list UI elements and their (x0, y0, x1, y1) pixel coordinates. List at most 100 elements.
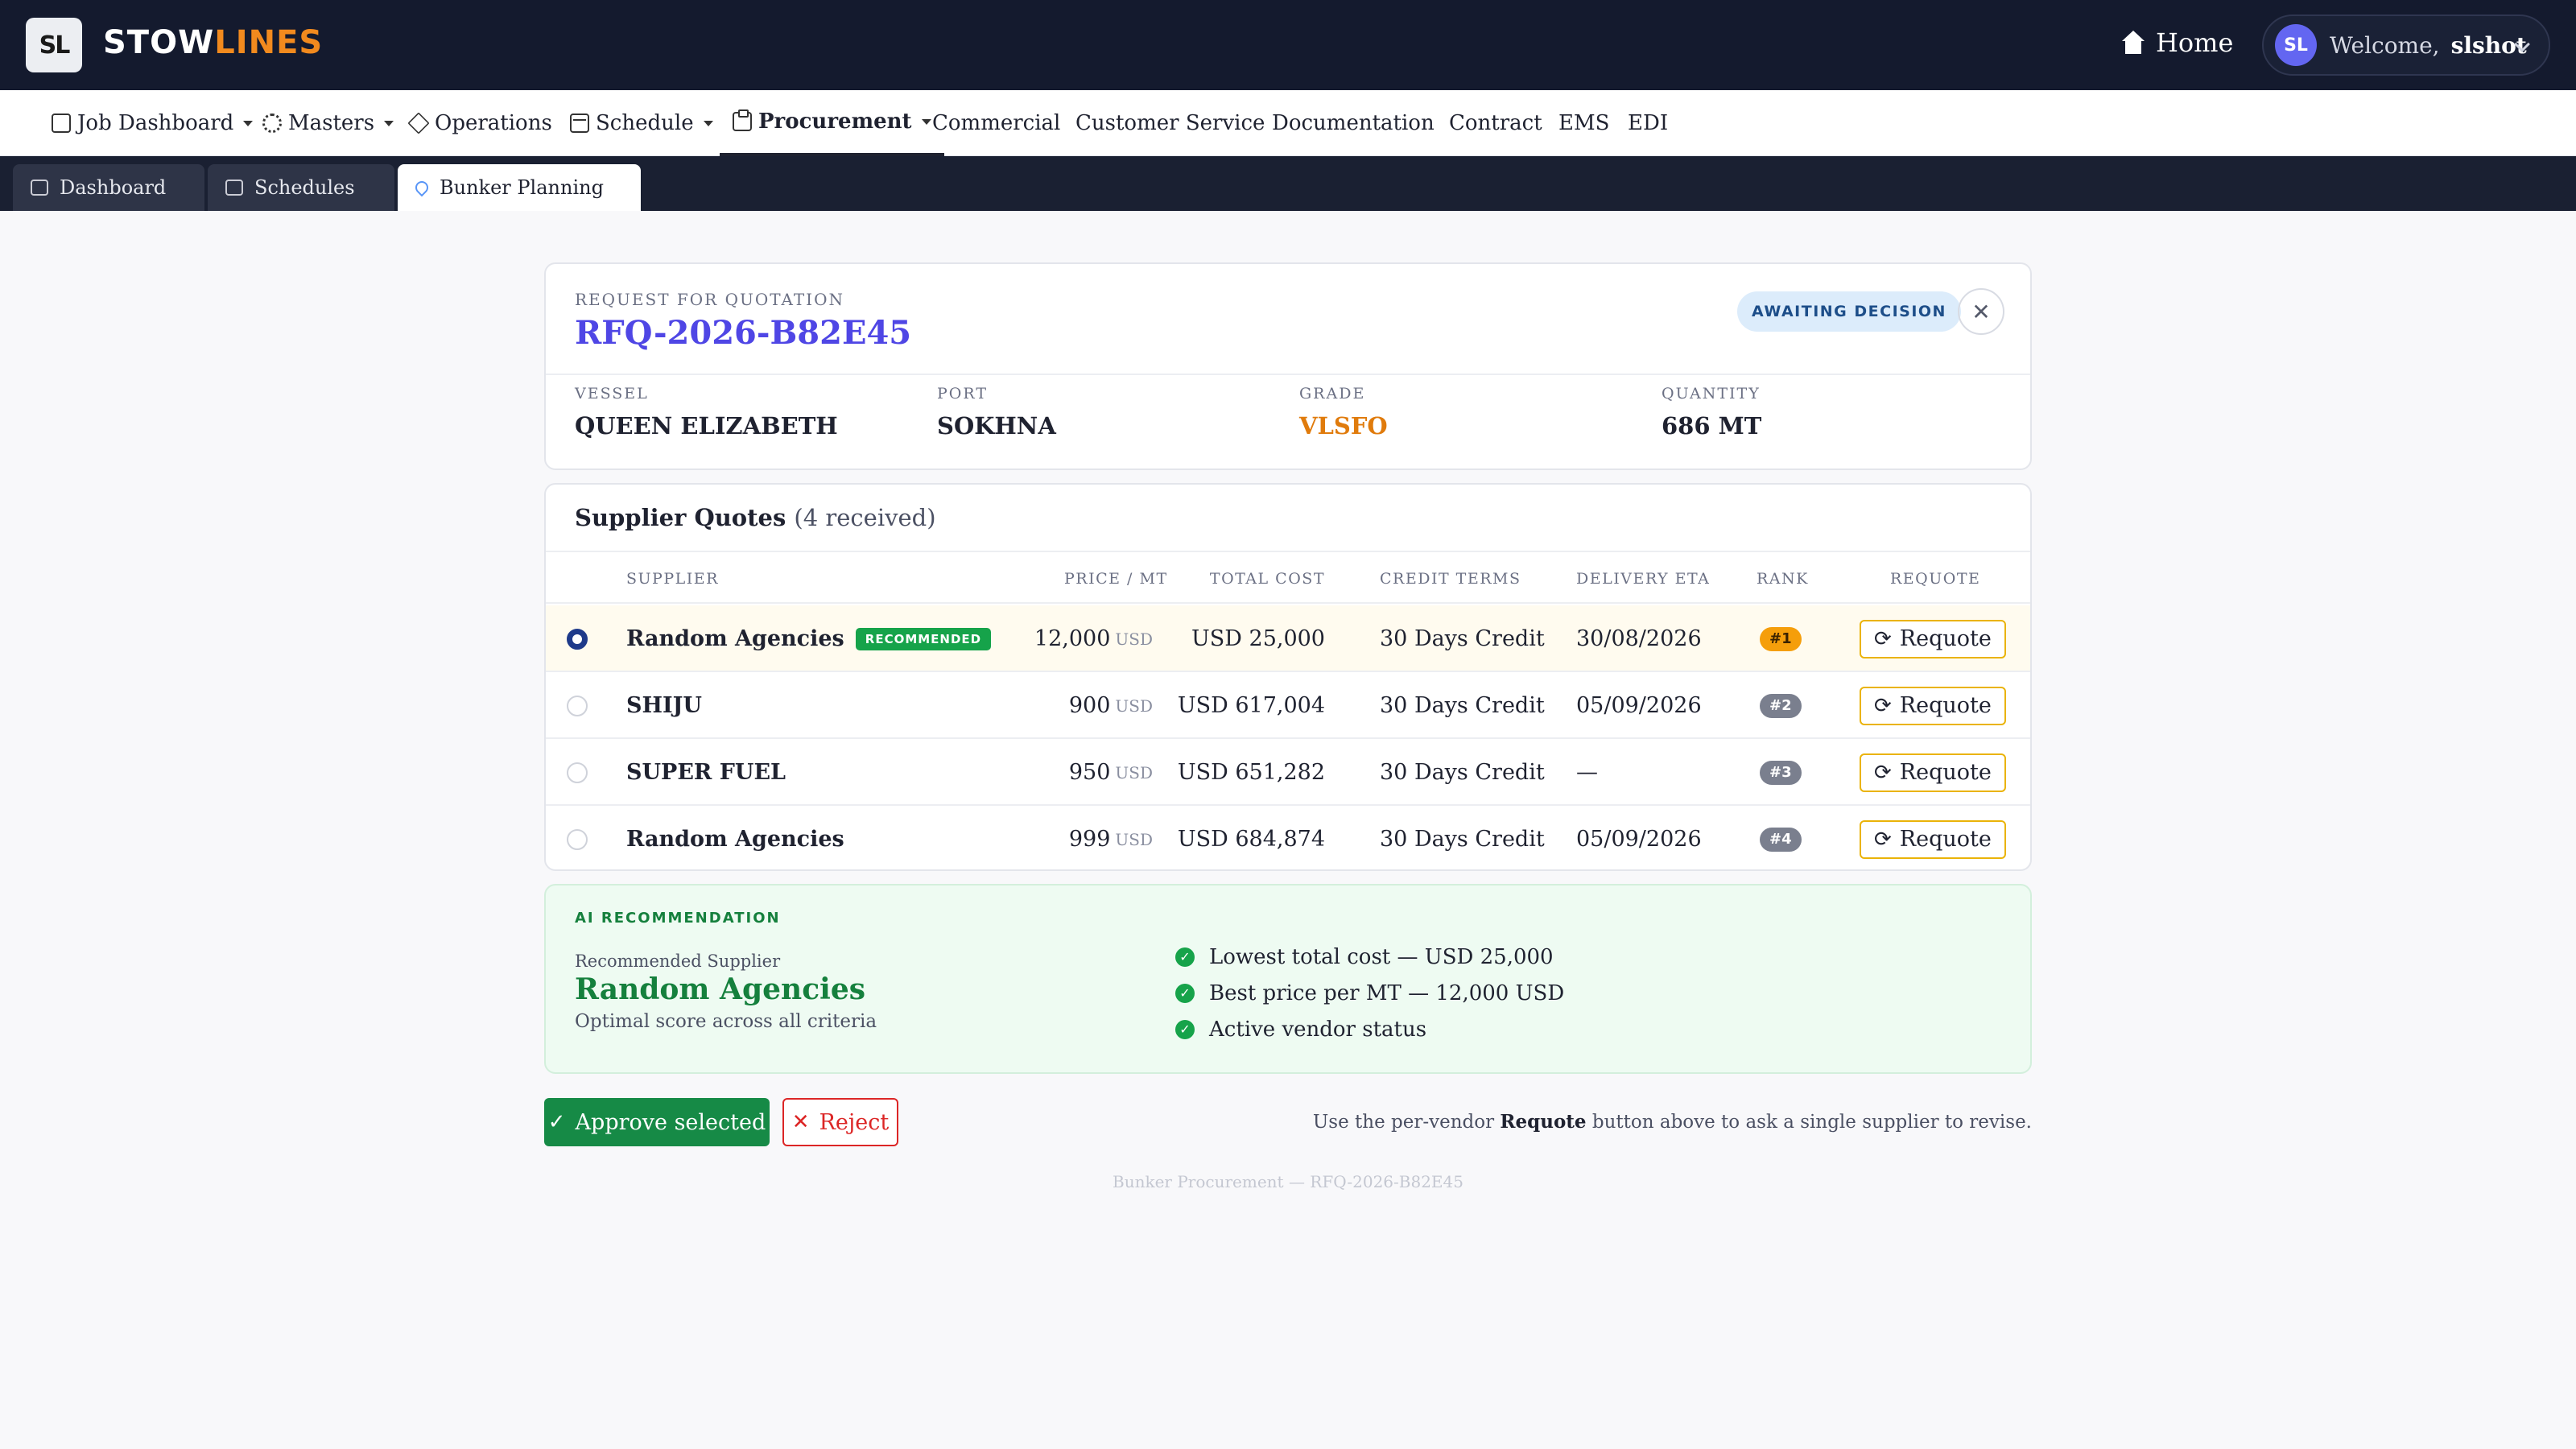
nav-procurement[interactable]: Procurement (720, 90, 944, 156)
select-supplier-radio[interactable] (567, 828, 588, 850)
rank-cell: #4 (1760, 806, 1802, 869)
radio-cell (567, 739, 588, 806)
nav-contract[interactable]: Contract (1449, 90, 1542, 156)
delivery-eta: 05/09/2026 (1576, 693, 1702, 718)
ai-supplier-name: Random Agencies (575, 972, 866, 1006)
requote-label: Requote (1899, 760, 1992, 785)
supplier-name: SUPER FUEL (626, 760, 786, 785)
requote-label: Requote (1899, 626, 1992, 651)
supplier-name: Random Agencies (626, 827, 844, 852)
requote-button[interactable]: ⟳ Requote (1860, 619, 2006, 658)
supplier-name: Random Agencies (626, 626, 844, 651)
rank-badge: #2 (1760, 693, 1802, 718)
meta-port: PORT SOKHNA (937, 385, 1056, 440)
rank-badge: #3 (1760, 760, 1802, 785)
select-supplier-radio[interactable] (567, 628, 588, 650)
divider (546, 374, 2030, 375)
total-cell: USD 684,874 (1141, 806, 1325, 869)
caret-down-icon (703, 120, 713, 126)
nav-documentation[interactable]: Documentation (1272, 90, 1435, 156)
nav-job-dashboard[interactable]: Job Dashboard (52, 90, 254, 156)
quotes-title: Supplier Quotes (4 received) (575, 504, 936, 531)
check-circle-icon: ✓ (1175, 947, 1195, 967)
footer-text: Bunker Procurement — RFQ-2026-B82E45 (1113, 1172, 1463, 1191)
tab-label: Dashboard (60, 176, 167, 199)
nav-label: Contract (1449, 111, 1542, 135)
requote-cell: ⟳ Requote (1860, 806, 2006, 869)
nav-label: Operations (435, 111, 552, 135)
requote-label: Requote (1899, 693, 1992, 718)
nav-masters[interactable]: Masters (262, 90, 394, 156)
radio-cell (567, 605, 588, 672)
hint-suffix: button above to ask a single supplier to… (1591, 1112, 2032, 1133)
delivery-eta: 05/09/2026 (1576, 827, 1702, 852)
nav-ems[interactable]: EMS (1558, 90, 1609, 156)
brand-part-2: LINES (214, 24, 324, 61)
supplier-cell: SHIJU (626, 672, 702, 739)
eta-cell: 30/08/2026 (1576, 605, 1702, 672)
nav-edi[interactable]: EDI (1628, 90, 1668, 156)
table-row[interactable]: SHIJU 900 USD USD 617,004 30 Days Credit 05/0… (546, 672, 2030, 739)
price-value: 900 (1068, 693, 1111, 718)
approve-selected-button[interactable]: ✓ Approve selected (544, 1098, 770, 1146)
col-rank: RANK (1757, 570, 1809, 588)
tab-dashboard[interactable]: Dashboard (13, 164, 204, 211)
eta-cell: — (1576, 739, 1598, 806)
reason-item: ✓ Lowest total cost — USD 25,000 (1175, 939, 1564, 975)
requote-cell: ⟳ Requote (1860, 605, 2006, 672)
reject-button[interactable]: ✕ Reject (782, 1098, 898, 1146)
col-price: PRICE / MT (1064, 570, 1168, 588)
total-cell: USD 617,004 (1141, 672, 1325, 739)
nav-commercial[interactable]: Commercial (932, 90, 1060, 156)
requote-label: Requote (1899, 827, 1992, 852)
table-row[interactable]: Random Agencies 999 USD USD 684,874 30 Days … (546, 806, 2030, 869)
requote-cell: ⟳ Requote (1860, 672, 2006, 739)
supplier-cell: Random Agencies RECOMMENDED (626, 605, 992, 672)
supplier-cell: Random Agencies (626, 806, 844, 869)
col-eta: DELIVERY ETA (1576, 570, 1711, 588)
close-button[interactable]: ✕ (1958, 288, 2004, 335)
reason-text: Active vendor status (1209, 1017, 1427, 1042)
meta-label: PORT (937, 385, 989, 402)
caret-down-icon (921, 118, 931, 125)
requote-button[interactable]: ⟳ Requote (1860, 753, 2006, 792)
select-supplier-radio[interactable] (567, 762, 588, 783)
requote-button[interactable]: ⟳ Requote (1860, 819, 2006, 859)
table-row[interactable]: Random Agencies RECOMMENDED 12,000 USD USD 2… (546, 605, 2030, 672)
delivery-eta: 30/08/2026 (1576, 626, 1702, 651)
rank-cell: #3 (1760, 739, 1802, 806)
ai-sub-label: Recommended Supplier (575, 952, 781, 971)
meta-quantity: QUANTITY 686 MT (1662, 385, 1761, 440)
close-icon: ✕ (1971, 298, 1991, 325)
table-row[interactable]: SUPER FUEL 950 USD USD 651,282 30 Days Credi… (546, 739, 2030, 806)
user-menu[interactable]: SL Welcome, slshot (2262, 14, 2550, 76)
rfq-eyebrow: REQUEST FOR QUOTATION (575, 290, 844, 309)
calendar-icon (225, 180, 243, 196)
total-cost: USD 651,282 (1177, 760, 1325, 785)
nav-label: EMS (1558, 111, 1610, 135)
credit-cell: 30 Days Credit (1380, 806, 1545, 869)
nav-label: Procurement (758, 109, 912, 134)
nav-customer-service[interactable]: Customer Service (1075, 90, 1265, 156)
credit-terms: 30 Days Credit (1380, 827, 1545, 852)
main-nav: Job Dashboard Masters Operations Schedul… (0, 90, 2576, 156)
price-cell: 950 USD (997, 739, 1153, 806)
app-logo[interactable]: SL (26, 18, 82, 72)
nav-schedule[interactable]: Schedule (570, 90, 713, 156)
requote-cell: ⟳ Requote (1860, 739, 2006, 806)
x-icon: ✕ (791, 1110, 810, 1134)
quotes-title-text: Supplier Quotes (575, 504, 786, 531)
tab-bunker-planning[interactable]: Bunker Planning (398, 164, 641, 211)
supplier-quotes-card: Supplier Quotes (4 received) SUPPLIER PR… (544, 483, 2032, 871)
requote-button[interactable]: ⟳ Requote (1860, 686, 2006, 725)
rank-badge: #4 (1760, 827, 1802, 852)
select-supplier-radio[interactable] (567, 695, 588, 716)
nav-operations[interactable]: Operations (407, 90, 552, 156)
price-value: 12,000 (1034, 626, 1111, 651)
refresh-icon: ⟳ (1874, 827, 1892, 852)
gear-icon (262, 114, 282, 133)
radio-cell (567, 672, 588, 739)
home-link[interactable]: Home (2120, 27, 2233, 58)
tab-schedules[interactable]: Schedules (208, 164, 394, 211)
total-cost: USD 684,874 (1177, 827, 1325, 852)
